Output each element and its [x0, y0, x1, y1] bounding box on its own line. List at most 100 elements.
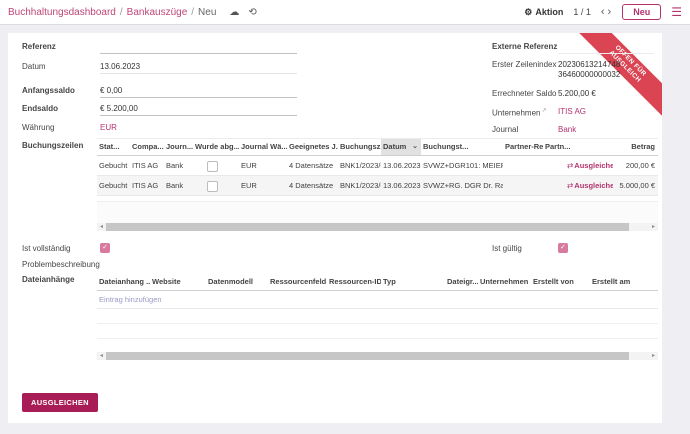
column-header-ressourcen-id[interactable]: Ressourcen-ID [327, 273, 381, 290]
column-header-unternehmen[interactable]: Unternehmen [478, 273, 531, 290]
column-header-erstellt-am[interactable]: Erstellt am [590, 273, 658, 290]
cell-journal: Bank [164, 156, 193, 175]
column-header-partner[interactable]: Partn... [543, 139, 613, 155]
column-header-ressourcenfeld[interactable]: Ressourcenfeld [268, 273, 327, 290]
problembeschreibung-label: Problembeschreibung [22, 260, 100, 269]
scroll-left-icon[interactable]: ◂ [97, 223, 106, 231]
ist-vollstaendig-checkbox[interactable]: ✓ [100, 243, 110, 253]
waehrung-label: Währung [22, 123, 54, 132]
ist-gueltig-checkbox[interactable]: ✓ [558, 243, 568, 253]
scrollbar-thumb[interactable] [106, 223, 629, 231]
journal-value[interactable]: Bank [558, 125, 576, 134]
save-cloud-icon[interactable]: ☁ [229, 7, 239, 18]
scroll-right-icon[interactable]: ▸ [649, 223, 658, 231]
column-header-wurde-abgeglichen[interactable]: Wurde abg... [193, 139, 239, 155]
cell-company: ITIS AG [130, 176, 164, 195]
column-header-dateigroesse[interactable]: Dateigr... [445, 273, 478, 290]
unternehmen-label: Unternehmen↗ [492, 107, 547, 118]
statement-lines-table: Stat... Compa... Journ... Wurde abg... J… [97, 138, 658, 196]
lines-horizontal-scrollbar[interactable]: ◂ ▸ [97, 223, 658, 231]
statement-line-row[interactable]: Gebucht ITIS AG Bank EUR 4 Datensätze BN… [97, 176, 658, 196]
column-header-partner-referenz[interactable]: Partner-Ref... [503, 139, 543, 155]
column-header-geeignetes-journal[interactable]: Geeignetes J... [287, 139, 338, 155]
reconciled-checkbox[interactable] [207, 181, 218, 192]
column-header-journal-waehrung[interactable]: Journal Wä... [239, 139, 287, 155]
datum-label: Datum [22, 62, 46, 71]
ist-gueltig-label: Ist gültig [492, 244, 522, 253]
attachments-table: Dateianhang ... Website Datenmodell Ress… [97, 273, 658, 339]
referenz-input[interactable] [100, 42, 297, 54]
ausgleichen-button[interactable]: AUSGLEICHEN [22, 393, 98, 412]
form-sheet: OFFEN FÜR AUSGLEICH Referenz Datum 13.06… [8, 33, 662, 423]
column-header-buchungstext[interactable]: Buchungst... [421, 139, 503, 155]
scrollbar-thumb[interactable] [106, 352, 629, 360]
menu-icon[interactable]: ☰ [671, 6, 682, 18]
column-header-typ[interactable]: Typ [381, 273, 445, 290]
breadcrumb-separator: / [120, 7, 123, 18]
cell-text: SVWZ+DGR101: MEIER ANLAGEN [421, 156, 503, 175]
column-header-journal[interactable]: Journ... [164, 139, 193, 155]
unternehmen-value[interactable]: ITIS AG [558, 107, 586, 116]
action-menu[interactable]: ⚙ Aktion [524, 7, 563, 18]
column-header-datum[interactable]: Datum⌄ [381, 139, 421, 155]
cell-company: ITIS AG [130, 156, 164, 175]
zeilenindex-value-line1: 20230613214748 [558, 60, 620, 69]
cell-status: Gebucht [97, 176, 130, 195]
externe-referenz-label: Externe Referenz [492, 42, 557, 51]
pager-counter: 1 / 1 [573, 7, 591, 17]
scroll-right-icon[interactable]: ▸ [649, 352, 658, 360]
odoo-window: Buchhaltungsdashboard / Bankauszüge / Ne… [0, 0, 690, 434]
discard-icon[interactable]: ⟲ [248, 7, 256, 18]
endsaldo-label: Endsaldo [22, 104, 58, 113]
breadcrumb-separator: / [191, 7, 194, 18]
statement-lines-empty-area [97, 201, 658, 223]
gear-icon: ⚙ [524, 7, 532, 18]
column-header-datenmodell[interactable]: Datenmodell [206, 273, 268, 290]
anfangssaldo-label: Anfangssaldo [22, 86, 75, 95]
column-header-website[interactable]: Website [150, 273, 206, 290]
pager-next-icon[interactable]: › [608, 6, 613, 18]
datum-input[interactable]: 13.06.2023 [100, 62, 297, 74]
cell-entry: BNK1/2023/001 [338, 176, 381, 195]
scroll-left-icon[interactable]: ◂ [97, 352, 106, 360]
top-navbar: Buchhaltungsdashboard / Bankauszüge / Ne… [0, 0, 690, 25]
empty-row [97, 309, 658, 324]
cell-journal: Bank [164, 176, 193, 195]
breadcrumb-dashboard[interactable]: Buchhaltungsdashboard [8, 7, 116, 18]
statement-line-row[interactable]: Gebucht ITIS AG Bank EUR 4 Datensätze BN… [97, 156, 658, 176]
reconcile-icon: ⇄ [567, 161, 573, 170]
cell-status: Gebucht [97, 156, 130, 175]
breadcrumb-current: Neu [198, 7, 216, 18]
cell-entry: BNK1/2023/001 [338, 156, 381, 175]
internal-link-icon[interactable]: ↗ [541, 108, 546, 114]
reconciled-checkbox[interactable] [207, 161, 218, 172]
add-line-link[interactable]: Eintrag hinzufügen [97, 291, 658, 309]
externe-referenz-input[interactable] [558, 42, 654, 54]
breadcrumb-bankauszuege[interactable]: Bankauszüge [127, 7, 188, 18]
reconcile-button[interactable]: ⇄Ausgleichen [543, 176, 613, 195]
sort-caret-icon: ⌄ [412, 139, 418, 155]
endsaldo-input[interactable]: € 5.200,00 [100, 104, 297, 116]
cell-amount: 5.000,00 € [613, 176, 658, 195]
column-header-status[interactable]: Stat... [97, 139, 130, 155]
cell-currency: EUR [239, 176, 287, 195]
column-header-buchungszeile[interactable]: Buchungsz... [338, 139, 381, 155]
column-header-erstellt-von[interactable]: Erstellt von [531, 273, 590, 290]
empty-row [97, 324, 658, 339]
attachments-header-row: Dateianhang ... Website Datenmodell Ress… [97, 273, 658, 291]
cell-eligible: 4 Datensätze [287, 176, 338, 195]
referenz-label: Referenz [22, 42, 56, 51]
pager-prev-icon[interactable]: ‹ [601, 6, 606, 18]
new-button[interactable]: Neu [622, 4, 661, 20]
cell-amount: 200,00 € [613, 156, 658, 175]
column-header-dateianhang[interactable]: Dateianhang ... [97, 273, 150, 290]
reconcile-button[interactable]: ⇄Ausgleichen [543, 156, 613, 175]
errechneter-saldo-value: 5.200,00 € [558, 89, 596, 98]
attachments-horizontal-scrollbar[interactable]: ◂ ▸ [97, 352, 658, 360]
anfangssaldo-input[interactable]: € 0,00 [100, 86, 297, 98]
column-header-betrag[interactable]: Betrag [613, 139, 658, 155]
column-header-company[interactable]: Compa... [130, 139, 164, 155]
breadcrumb: Buchhaltungsdashboard / Bankauszüge / Ne… [8, 7, 257, 18]
errechneter-saldo-label: Errechneter Saldo [492, 89, 556, 98]
waehrung-value[interactable]: EUR [100, 123, 117, 132]
